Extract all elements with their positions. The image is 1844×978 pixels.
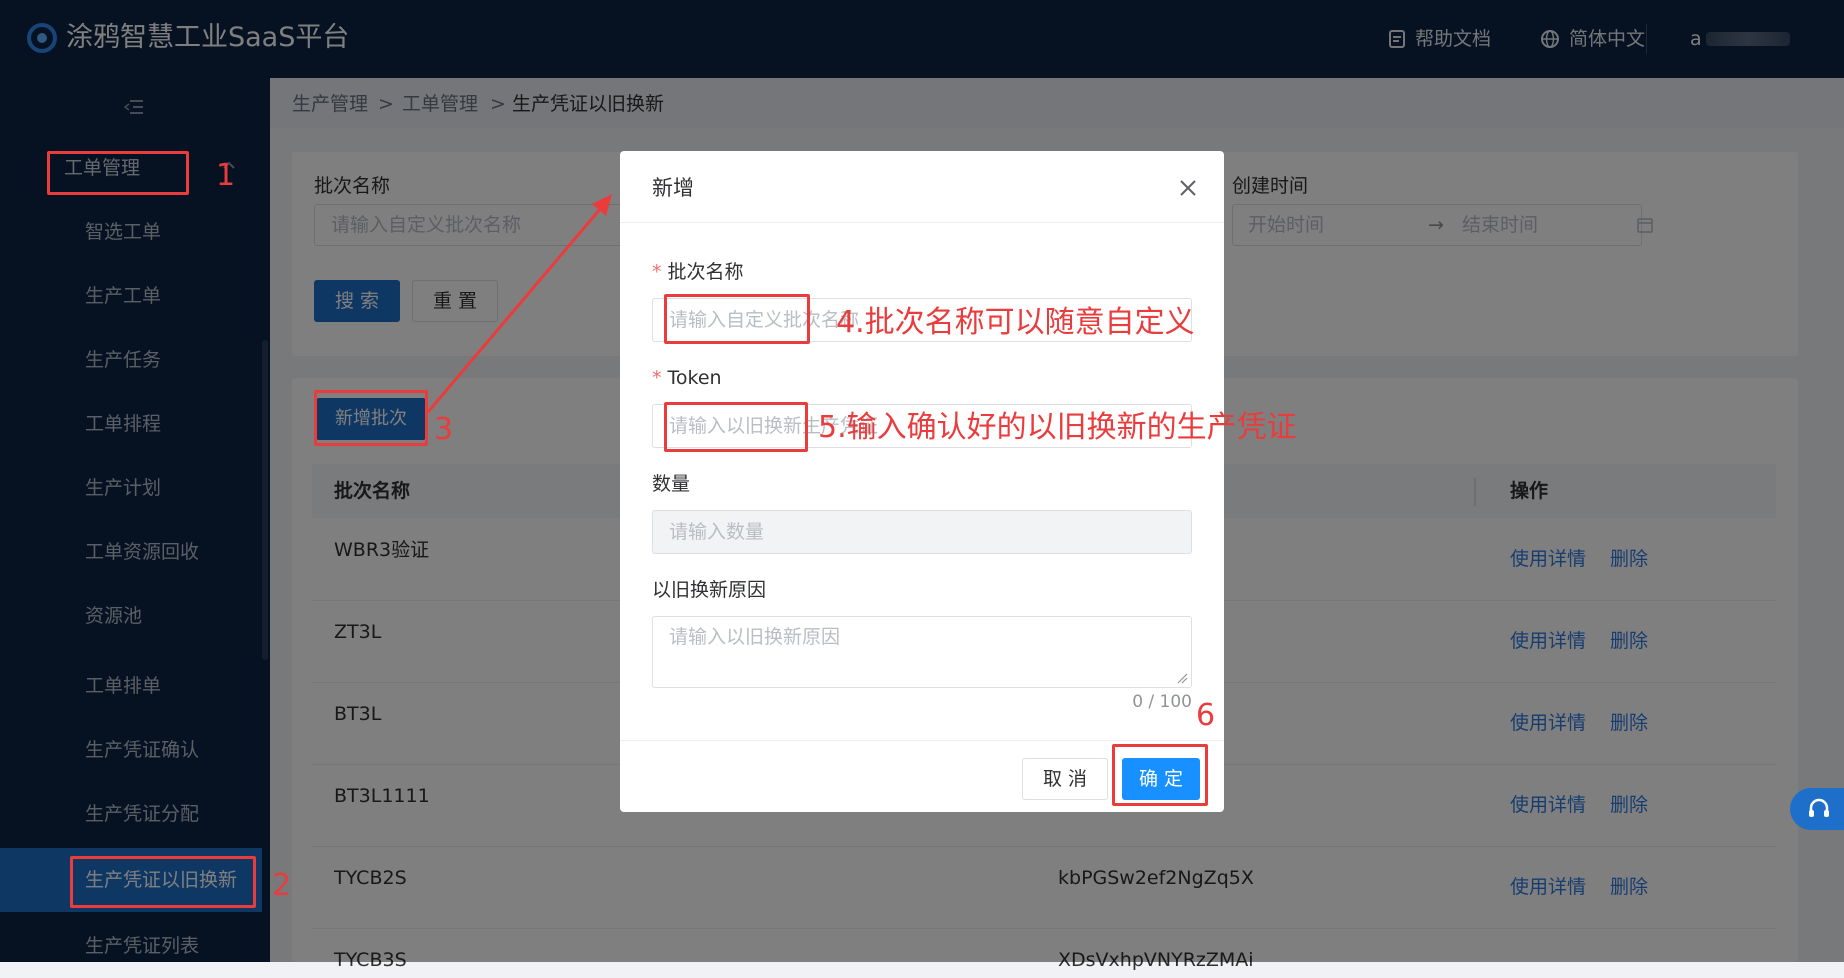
annotation-box-3 [314,390,428,446]
dialog-quantity-input: 请输入数量 [652,510,1192,554]
annotation-note-5: 5.输入确认好的以旧换新的生产凭证 [818,410,1297,445]
dialog-footer-divider [620,740,1224,741]
close-icon[interactable] [1178,178,1198,198]
dialog-header-divider [620,222,1224,223]
dialog-batch-label-text: 批次名称 [667,261,744,283]
dialog-batch-label: * 批次名称 [652,258,744,286]
dialog-cancel-button[interactable]: 取 消 [1022,758,1108,800]
annotation-number-2: 2 [272,868,292,903]
annotation-arrow-icon [426,194,612,413]
dialog-token-label-text: Token [667,367,722,389]
annotation-box-5 [664,402,808,452]
resize-handle-icon[interactable] [1176,672,1188,684]
annotation-number-6: 6 [1196,698,1216,733]
annotation-number-1: 1 [216,158,236,193]
dialog-title: 新增 [652,176,694,200]
dialog-quantity-label: 数量 [652,473,691,495]
annotation-box-2 [70,856,256,908]
annotation-box-1 [47,151,189,195]
headset-icon [1809,798,1829,817]
annotation-note-4: 4.批次名称可以随意自定义 [836,305,1195,340]
required-asterisk: * [652,261,662,283]
dialog-reason-textarea[interactable]: 请输入以旧换新原因 [652,616,1192,688]
dialog-reason-label: 以旧换新原因 [652,579,767,601]
required-asterisk: * [652,367,662,389]
annotation-box-6 [1112,744,1208,806]
char-counter: 0 / 100 [1132,692,1192,712]
annotation-box-4 [664,294,810,344]
dialog-token-label: * Token [652,364,722,392]
